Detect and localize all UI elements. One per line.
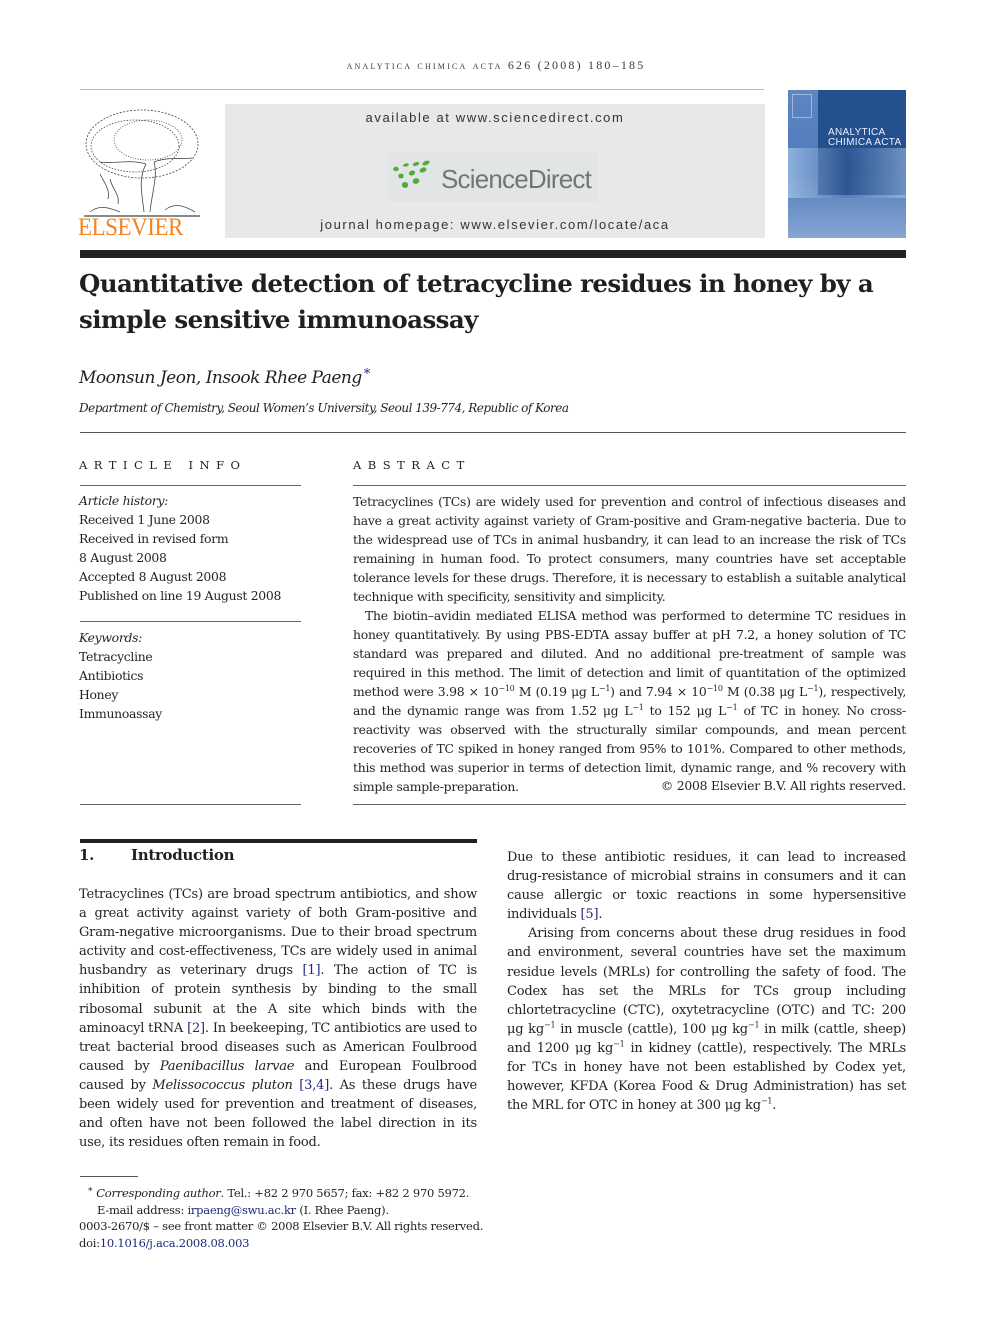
species-name: Melissococcus pluton (152, 1077, 293, 1093)
keyword: Antibiotics (79, 668, 144, 683)
cover-photo (788, 148, 906, 198)
running-head: analytica chimica acta 626 (2008) 180–18… (346, 58, 646, 72)
section-title: Introduction (131, 846, 235, 864)
affiliation: Department of Chemistry, Seoul Women’s U… (79, 401, 569, 415)
cover-emblem-icon (792, 94, 812, 118)
author-list: Moonsun Jeon, Insook Rhee Paeng * (79, 367, 370, 388)
article-title: Quantitative detection of tetracycline r… (79, 269, 874, 334)
abstract-copyright: © 2008 Elsevier B.V. All rights reserved… (660, 778, 906, 793)
separator-rule (80, 432, 906, 433)
body-paragraph: Due to these antibiotic residues, it can… (507, 850, 906, 923)
top-rule (80, 89, 764, 90)
history-item: Received 1 June 2008 (79, 512, 210, 527)
body-paragraph: Arising from concerns about these drug r… (507, 926, 907, 1114)
introduction-right-column: Due to these antibiotic residues, it can… (507, 848, 906, 1115)
front-matter-note: 0003-2670/$ – see front matter © 2008 El… (79, 1219, 484, 1234)
article-info-rule (80, 485, 301, 486)
keyword: Immunoassay (79, 706, 163, 721)
article-history: Article history: Received 1 June 2008 Re… (79, 491, 301, 605)
abstract-bottom-rule (353, 804, 906, 805)
abstract-heading: ABSTRACT (353, 458, 471, 472)
email-note: E-mail address: irpaeng@swu.ac.kr (I. Rh… (97, 1202, 389, 1217)
history-item: Published on line 19 August 2008 (79, 588, 282, 603)
body-paragraph: Tetracyclines (TCs) are broad spectrum a… (79, 887, 478, 1151)
history-item: Accepted 8 August 2008 (79, 569, 227, 584)
article-info-bottom-rule (80, 804, 301, 805)
keywords-label: Keywords: (79, 630, 143, 645)
keyword: Honey (79, 687, 119, 702)
keyword: Tetracycline (79, 649, 153, 664)
footnotes: * Corresponding author. Tel.: +82 2 970 5… (79, 1184, 579, 1251)
footnote-rule (80, 1176, 138, 1177)
email-link[interactable]: irpaeng@swu.ac.kr (187, 1203, 296, 1217)
citation-link[interactable]: [3,4] (299, 1078, 329, 1093)
abstract-paragraph: The biotin–avidin mediated ELISA method … (353, 608, 907, 794)
doi-note: doi:10.1016/j.aca.2008.08.003 (79, 1235, 250, 1250)
corresponding-author-marker[interactable]: * (364, 367, 371, 382)
history-item: Received in revised form (79, 531, 229, 546)
sciencedirect-logo-text: ScienceDirect (441, 164, 592, 194)
citation-link[interactable]: [2] (187, 1021, 205, 1036)
section-heading-introduction: 1. Introduction (79, 846, 235, 864)
cover-title: ANALYTICA CHIMICA ACTA (828, 128, 901, 148)
authors: Moonsun Jeon, Insook Rhee Paeng (79, 368, 362, 388)
header-rule (80, 250, 906, 258)
corresponding-author-note: * Corresponding author. Tel.: +82 2 970 5… (88, 1186, 470, 1200)
sciencedirect-dots-icon (393, 160, 430, 188)
available-at-link[interactable]: available at www.sciencedirect.com (225, 110, 765, 125)
citation-link[interactable]: [1] (303, 963, 321, 978)
introduction-left-column: Tetracyclines (TCs) are broad spectrum a… (79, 885, 477, 1152)
journal-homepage-link[interactable]: journal homepage: www.elsevier.com/locat… (225, 217, 765, 232)
abstract-paragraph: Tetracyclines (TCs) are widely used for … (353, 494, 906, 604)
doi-link[interactable]: 10.1016/j.aca.2008.08.003 (100, 1236, 250, 1250)
keywords: Keywords: Tetracycline Antibiotics Honey… (79, 628, 301, 723)
history-item: 8 August 2008 (79, 550, 167, 565)
history-label: Article history: (79, 493, 169, 508)
abstract-rule (353, 485, 906, 486)
section-number: 1. (79, 846, 95, 864)
article-info-heading: ARTICLE INFO (79, 458, 247, 472)
elsevier-logo-text: ELSEVIER (78, 214, 183, 241)
citation-link[interactable]: [5] (581, 907, 599, 922)
species-name: Paenibacillus larvae (159, 1058, 295, 1074)
keywords-rule (80, 621, 301, 622)
cover-title-line2: CHIMICA ACTA (828, 137, 902, 148)
introduction-rule (80, 839, 477, 843)
abstract-text: Tetracyclines (TCs) are widely used for … (353, 492, 906, 796)
journal-cover-image: ANALYTICA CHIMICA ACTA (788, 90, 906, 238)
